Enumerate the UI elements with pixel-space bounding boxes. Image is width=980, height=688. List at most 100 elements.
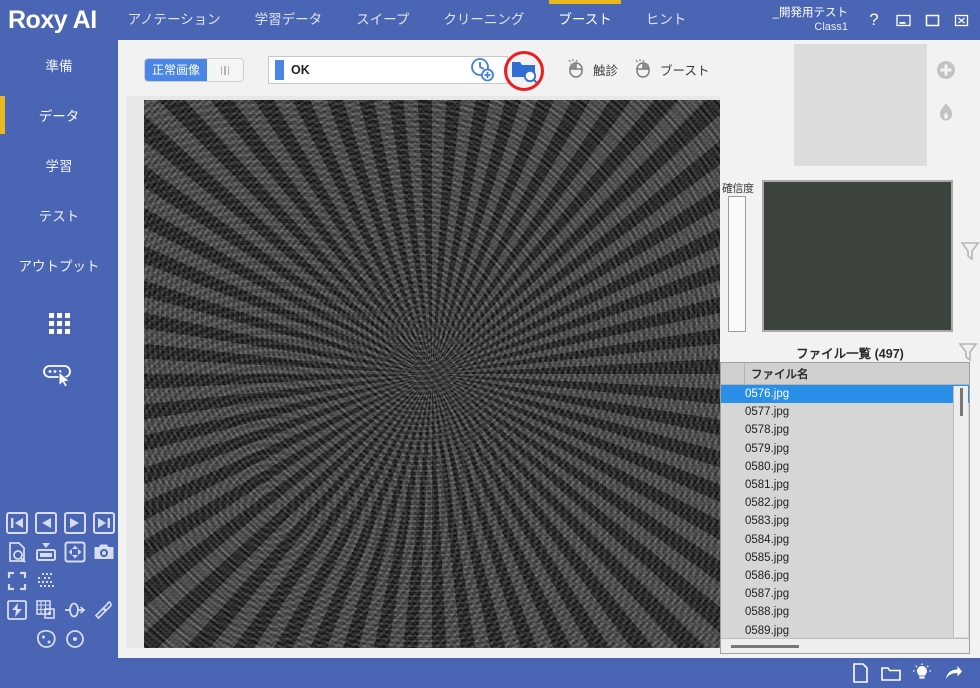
thumbnail-preview[interactable] xyxy=(794,44,927,166)
file-name: 0577.jpg xyxy=(745,406,789,418)
close-icon[interactable] xyxy=(948,7,974,33)
tab-annotation[interactable]: アノテーション xyxy=(111,0,238,40)
column-header-filename: ファイル名 xyxy=(745,366,809,382)
result-preview[interactable] xyxy=(762,180,953,332)
file-name: 0582.jpg xyxy=(745,497,789,509)
file-name: 0589.jpg xyxy=(745,625,789,637)
dither-pattern-icon[interactable] xyxy=(31,566,60,595)
grid-overlay-icon[interactable] xyxy=(31,595,60,624)
flame-icon[interactable] xyxy=(932,98,960,126)
file-name: 0585.jpg xyxy=(745,552,789,564)
clock-add-icon[interactable] xyxy=(466,54,498,86)
list-item[interactable]: 0576.jpg xyxy=(721,385,969,403)
tab-training-data[interactable]: 学習データ xyxy=(238,0,340,40)
palpate-option[interactable]: 触診 xyxy=(566,58,618,80)
list-item[interactable]: 0586.jpg xyxy=(721,567,969,585)
list-item[interactable]: 0587.jpg xyxy=(721,585,969,603)
minimize-icon[interactable] xyxy=(890,7,916,33)
file-list-rows: 0576.jpg 0577.jpg 0578.jpg 0579.jpg 0580… xyxy=(721,385,969,638)
flip-horizontal-icon[interactable] xyxy=(60,595,89,624)
image-texture xyxy=(144,100,720,648)
normal-image-toggle[interactable]: 正常画像 xyxy=(144,58,244,82)
list-item[interactable]: 0588.jpg xyxy=(721,603,969,621)
skip-first-icon[interactable] xyxy=(2,508,31,537)
list-item[interactable]: 0583.jpg xyxy=(721,512,969,530)
column-grip xyxy=(721,363,745,384)
target-circle-icon[interactable] xyxy=(60,624,89,653)
list-item[interactable]: 0589.jpg xyxy=(721,621,969,638)
tab-cleaning[interactable]: クリーニング xyxy=(426,0,541,40)
play-icon[interactable] xyxy=(60,508,89,537)
list-item[interactable]: 0584.jpg xyxy=(721,531,969,549)
tab-hint[interactable]: ヒント xyxy=(629,0,704,40)
list-item[interactable]: 0580.jpg xyxy=(721,458,969,476)
list-item[interactable]: 0582.jpg xyxy=(721,494,969,512)
normal-image-toggle-label: 正常画像 xyxy=(145,59,207,81)
tool-palette-row-playback xyxy=(2,508,118,537)
lightbulb-icon[interactable] xyxy=(909,660,935,686)
folder-icon[interactable] xyxy=(878,660,904,686)
tab-sweep[interactable]: スイープ xyxy=(339,0,426,40)
scrollbar-thumb[interactable] xyxy=(960,388,963,416)
scrollbar-thumb[interactable] xyxy=(731,645,799,648)
status-color-bar xyxy=(275,60,284,80)
tab-boost[interactable]: ブースト xyxy=(541,0,628,40)
tool-palette-row-view xyxy=(2,537,118,566)
bottom-left-filler xyxy=(0,658,118,688)
folder-search-icon[interactable] xyxy=(508,54,540,86)
file-list-horizontal-scrollbar[interactable] xyxy=(721,638,969,653)
maximize-icon[interactable] xyxy=(919,7,945,33)
sidebar-item-training[interactable]: 学習 xyxy=(0,140,118,190)
tool-palette-row-edit xyxy=(2,595,118,624)
confidence-slider[interactable] xyxy=(728,196,746,332)
bottom-bar xyxy=(118,658,980,688)
sidebar-item-test[interactable]: テスト xyxy=(0,190,118,240)
toggle-knob xyxy=(207,59,243,81)
blob-region-icon[interactable] xyxy=(31,624,60,653)
eyedropper-icon[interactable] xyxy=(89,595,118,624)
sidebar-item-output[interactable]: アウトプット xyxy=(0,240,118,290)
filter-funnel-icon[interactable] xyxy=(960,240,980,267)
mouse-left-click-icon xyxy=(566,58,588,80)
skip-last-icon[interactable] xyxy=(89,508,118,537)
file-list-vertical-scrollbar[interactable] xyxy=(953,386,968,637)
plus-circle-icon[interactable] xyxy=(932,56,960,84)
file-name: 0578.jpg xyxy=(745,424,789,436)
file-name: 0584.jpg xyxy=(745,534,789,546)
sample-image[interactable] xyxy=(144,100,720,648)
camera-icon[interactable] xyxy=(89,537,118,566)
list-item[interactable]: 0581.jpg xyxy=(721,476,969,494)
main-content: 正常画像 OK xyxy=(118,40,980,658)
status-value: OK xyxy=(291,63,310,77)
file-name: 0583.jpg xyxy=(745,515,789,527)
list-item[interactable]: 0577.jpg xyxy=(721,403,969,421)
boost-label: ブースト xyxy=(660,60,709,79)
slider-cursor-icon[interactable] xyxy=(0,352,118,398)
share-arrow-icon[interactable] xyxy=(940,660,966,686)
user-info: _開発用テスト Class1 xyxy=(773,6,858,34)
sidebar-item-preparation[interactable]: 準備 xyxy=(0,40,118,90)
file-list[interactable]: ファイル名 0576.jpg 0577.jpg 0578.jpg 0579.jp… xyxy=(720,362,970,654)
dropdown-box-icon[interactable] xyxy=(31,537,60,566)
contrast-flash-icon[interactable] xyxy=(2,595,31,624)
right-panel: 確信度 ファイル一覧 (497) ファイル名 0576.jpg 0577.jpg… xyxy=(720,40,980,658)
sidebar-item-data[interactable]: データ xyxy=(0,90,118,140)
mouse-right-click-icon xyxy=(633,58,655,80)
document-icon[interactable] xyxy=(847,660,873,686)
file-name: 0587.jpg xyxy=(745,588,789,600)
confidence-label: 確信度 xyxy=(722,180,754,196)
file-list-column-header[interactable]: ファイル名 xyxy=(721,363,969,385)
file-list-header: ファイル一覧 (497) xyxy=(720,340,980,364)
list-item[interactable]: 0579.jpg xyxy=(721,440,969,458)
list-item[interactable]: 0578.jpg xyxy=(721,421,969,439)
step-back-icon[interactable] xyxy=(31,508,60,537)
document-search-icon[interactable] xyxy=(2,537,31,566)
tool-palette-row-region xyxy=(2,624,118,653)
list-item[interactable]: 0585.jpg xyxy=(721,549,969,567)
help-icon[interactable]: ? xyxy=(861,7,887,33)
move-arrows-icon[interactable] xyxy=(60,537,89,566)
grid-dots-icon[interactable] xyxy=(0,300,118,346)
app-logo: Roxy AI xyxy=(0,0,111,40)
boost-option[interactable]: ブースト xyxy=(633,58,709,80)
crop-frame-icon[interactable] xyxy=(2,566,31,595)
